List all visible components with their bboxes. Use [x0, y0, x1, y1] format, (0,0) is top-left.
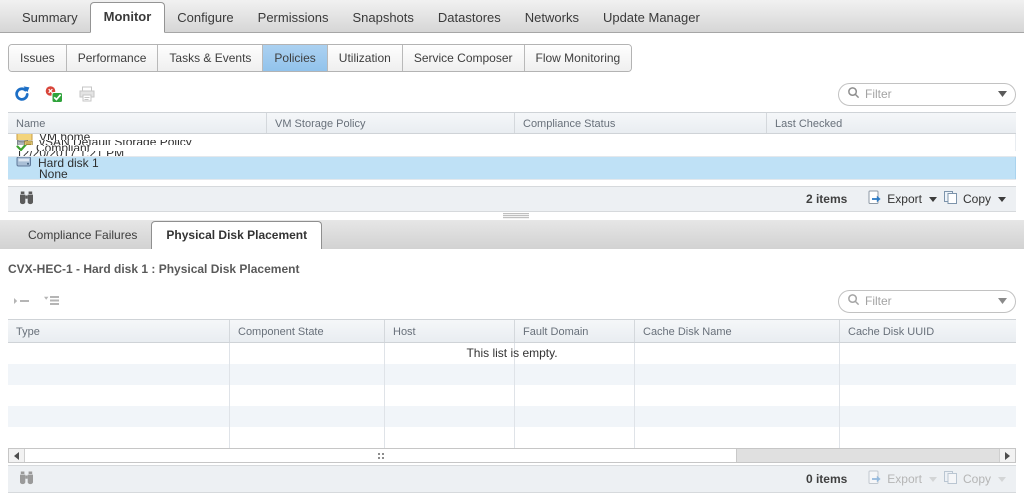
row-policy: None — [39, 168, 68, 179]
items-count: 0 items — [805, 472, 848, 486]
compliance-grid-header: Name VM Storage Policy Compliance Status… — [8, 112, 1016, 134]
copy-button: Copy — [943, 470, 1006, 488]
monitor-subtab-group: Issues Performance Tasks & Events Polici… — [8, 44, 633, 72]
splitter-grip[interactable] — [503, 213, 529, 219]
column-header-component-state[interactable]: Component State — [230, 320, 385, 342]
tab-configure[interactable]: Configure — [165, 4, 245, 32]
detail-panel-title: CVX-HEC-1 - Hard disk 1 : Physical Disk … — [8, 262, 300, 276]
subtab-issues[interactable]: Issues — [9, 45, 67, 71]
subtab-policies[interactable]: Policies — [263, 45, 328, 71]
tab-summary[interactable]: Summary — [10, 4, 90, 32]
caret-down-icon — [928, 476, 937, 482]
column-header-fault-domain[interactable]: Fault Domain — [515, 320, 635, 342]
scroll-left-icon[interactable] — [9, 449, 25, 462]
tab-physical-disk-placement[interactable]: Physical Disk Placement — [151, 221, 323, 249]
hard-disk-icon — [16, 157, 32, 168]
column-header-cache-disk-name[interactable]: Cache Disk Name — [635, 320, 840, 342]
caret-down-icon — [928, 196, 937, 202]
export-icon — [867, 190, 882, 208]
copy-button[interactable]: Copy — [943, 190, 1006, 208]
copy-icon — [943, 190, 958, 208]
caret-down-icon — [998, 196, 1006, 202]
tab-snapshots[interactable]: Snapshots — [340, 4, 425, 32]
lower-status-bar: 0 items Export Copy — [8, 465, 1016, 493]
table-row-vm-home[interactable]: VM home vSAN Default Storage Policy Comp… — [8, 134, 1016, 157]
upper-filter-input[interactable] — [865, 87, 993, 101]
copy-label: Copy — [962, 472, 991, 486]
refresh-icon[interactable] — [14, 86, 30, 102]
binoculars-icon[interactable] — [18, 471, 35, 488]
placement-grid: Type Component State Host Fault Domain C… — [8, 319, 1016, 463]
compliance-grid: Name VM Storage Policy Compliance Status… — [8, 112, 1016, 180]
search-icon — [847, 86, 860, 102]
row-last-checked: 12/20/2017 1:21 PM — [16, 151, 124, 157]
items-count: 2 items — [805, 192, 848, 206]
subtab-tasks-events[interactable]: Tasks & Events — [158, 45, 264, 71]
copy-icon — [943, 470, 958, 488]
column-list-icon — [44, 296, 59, 306]
empty-row — [8, 385, 1016, 406]
detail-tab-bar: Compliance Failures Physical Disk Placem… — [0, 220, 1024, 249]
check-compliance-icon[interactable] — [45, 85, 63, 103]
caret-down-icon — [998, 476, 1006, 482]
export-icon — [867, 470, 882, 488]
filter-dropdown-caret-icon[interactable] — [998, 298, 1007, 304]
subtab-performance[interactable]: Performance — [66, 45, 159, 71]
empty-row — [8, 406, 1016, 427]
tab-datastores[interactable]: Datastores — [426, 4, 513, 32]
placement-grid-body: This list is empty. — [8, 343, 1016, 448]
subtab-flow-monitoring[interactable]: Flow Monitoring — [524, 45, 632, 71]
column-header-host[interactable]: Host — [385, 320, 515, 342]
collapse-group-icon — [14, 297, 29, 305]
table-row-hard-disk-1[interactable]: Hard disk 1 None — [8, 157, 1016, 180]
export-button[interactable]: Export — [867, 190, 937, 208]
column-header-compliance-status[interactable]: Compliance Status — [515, 113, 767, 133]
tab-compliance-failures[interactable]: Compliance Failures — [14, 222, 151, 249]
binoculars-icon[interactable] — [18, 191, 35, 208]
row-name: Hard disk 1 — [38, 157, 99, 168]
tab-monitor[interactable]: Monitor — [89, 2, 166, 33]
subtab-utilization[interactable]: Utilization — [327, 45, 403, 71]
empty-row — [8, 364, 1016, 385]
scroll-right-icon[interactable] — [999, 449, 1015, 462]
scrollbar-grip[interactable] — [377, 452, 384, 459]
upper-status-bar: 2 items Export Copy — [8, 186, 1016, 212]
copy-label: Copy — [962, 192, 991, 206]
empty-list-message: This list is empty. — [466, 346, 558, 360]
column-header-last-checked[interactable]: Last Checked — [767, 113, 1016, 133]
tab-update-manager[interactable]: Update Manager — [591, 4, 712, 32]
subtab-service-composer[interactable]: Service Composer — [402, 45, 525, 71]
search-icon — [847, 293, 860, 309]
object-tab-bar: Summary Monitor Configure Permissions Sn… — [0, 0, 1024, 33]
scrollbar-track[interactable] — [737, 449, 999, 462]
print-icon — [78, 86, 96, 102]
empty-row — [8, 427, 1016, 448]
horizontal-splitter[interactable] — [0, 212, 1024, 220]
horizontal-scrollbar[interactable] — [8, 448, 1016, 463]
detail-toolbar — [8, 288, 1016, 314]
column-header-vm-storage-policy[interactable]: VM Storage Policy — [267, 113, 515, 133]
column-header-cache-disk-uuid[interactable]: Cache Disk UUID — [840, 320, 1016, 342]
lower-filter-box — [838, 289, 1016, 313]
tab-networks[interactable]: Networks — [513, 4, 591, 32]
scrollbar-thumb[interactable] — [25, 449, 737, 462]
export-label: Export — [887, 192, 922, 206]
column-header-name[interactable]: Name — [8, 113, 267, 133]
policies-toolbar — [8, 81, 1016, 107]
placement-grid-header: Type Component State Host Fault Domain C… — [8, 319, 1016, 343]
export-button: Export — [867, 470, 937, 488]
export-label: Export — [887, 472, 922, 486]
tab-permissions[interactable]: Permissions — [246, 4, 341, 32]
filter-dropdown-caret-icon[interactable] — [998, 91, 1007, 97]
upper-filter-box — [838, 82, 1016, 106]
column-header-type[interactable]: Type — [8, 320, 230, 342]
lower-filter-input[interactable] — [865, 294, 993, 308]
